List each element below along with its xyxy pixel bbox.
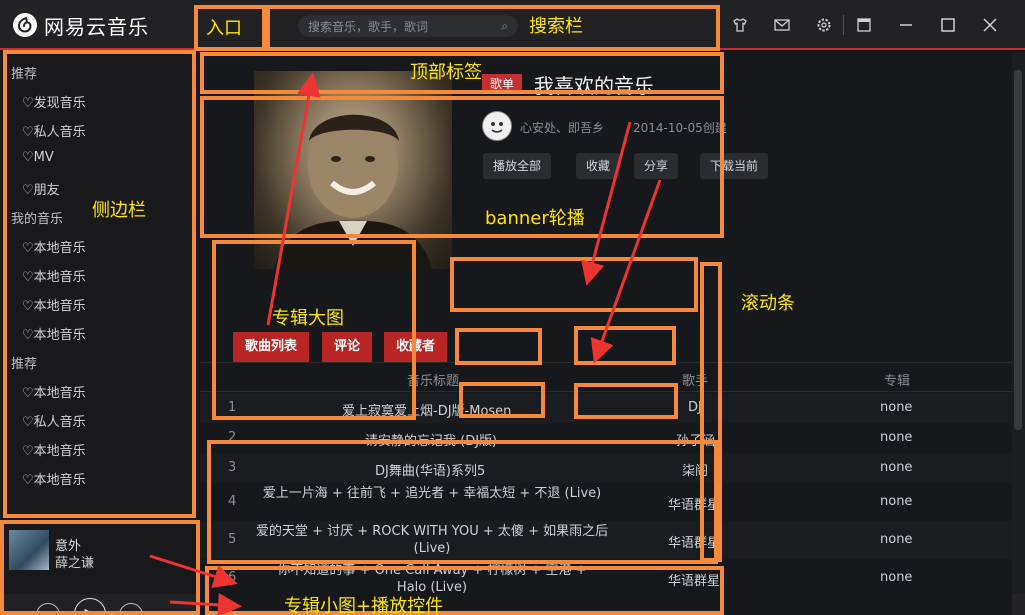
annotation-arrows xyxy=(149,72,662,615)
annotation-arrow xyxy=(169,592,242,615)
annotation-arrow xyxy=(149,554,238,588)
annotation-arrow xyxy=(590,179,662,364)
annotation-arrow xyxy=(266,72,321,326)
annotation-arrow xyxy=(581,121,632,286)
app-window: 网易云音乐 搜索音乐，歌手，歌词 ⌕ 推荐 ♡发现音乐 ♡私人音乐 ♡MV ♡朋… xyxy=(0,0,1025,615)
